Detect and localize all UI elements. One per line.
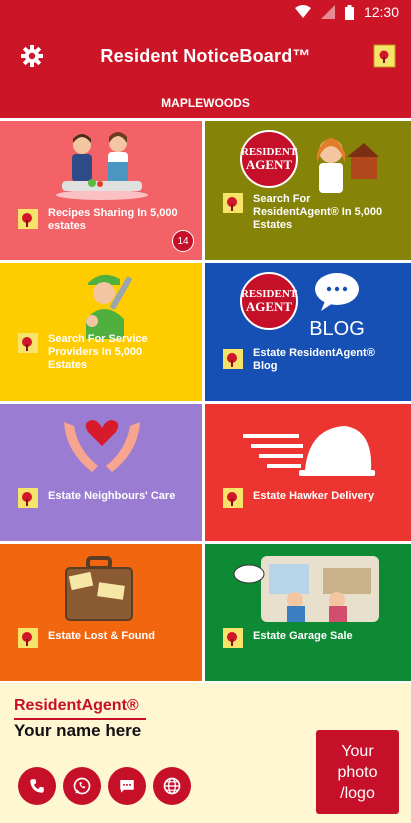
garage-sale-icon — [233, 556, 379, 622]
estate-name: MAPLEWOODS — [161, 96, 250, 110]
status-time: 12:30 — [363, 4, 399, 20]
chat-button[interactable] — [108, 767, 146, 805]
estate-name-bar: MAPLEWOODS — [0, 88, 411, 120]
photo-logo-placeholder[interactable]: Your photo /logo — [316, 730, 399, 814]
blog-icon: RESIDENT AGENT BLOG — [240, 272, 365, 340]
blog-word: BLOG — [309, 318, 365, 340]
agent-card: ResidentAgent® Your name here Your photo… — [0, 683, 411, 823]
brand-underline — [14, 718, 146, 720]
tile-service-providers[interactable]: Search For Service Providers In 5,000 Es… — [0, 263, 202, 401]
agent-name: Your name here — [14, 721, 142, 740]
contact-actions — [18, 767, 198, 805]
pin-note-icon — [223, 193, 243, 213]
globe-icon — [163, 777, 181, 795]
website-button[interactable] — [153, 767, 191, 805]
tile-label: Estate Hawker Delivery — [253, 490, 375, 502]
pin-note-icon — [223, 488, 243, 508]
status-bar: 12:30 — [0, 0, 411, 24]
chat-icon — [120, 780, 134, 793]
tile-neighbours-care[interactable]: Estate Neighbours' Care — [0, 404, 202, 541]
svg-text:AGENT: AGENT — [246, 157, 293, 172]
tile-label: Estate Neighbours' Care — [48, 490, 176, 502]
handyman-icon — [86, 274, 132, 339]
signal-icon — [320, 5, 335, 19]
notification-badge: 14 — [172, 230, 194, 252]
pin-note-icon — [18, 488, 38, 508]
whatsapp-icon — [73, 777, 91, 795]
tile-search-resident-agent[interactable]: RESIDENT AGENT Search For ResidentAgent®… — [205, 121, 411, 260]
whatsapp-button[interactable] — [63, 767, 101, 805]
tile-resident-agent-blog[interactable]: RESIDENT AGENT BLOG Estate ResidentAgent… — [205, 263, 411, 401]
battery-icon — [344, 4, 354, 20]
tile-label: Search For ResidentAgent® In 5,000 Estat… — [253, 193, 383, 231]
phone-icon — [30, 779, 44, 793]
tile-label: Estate Lost & Found — [48, 630, 155, 642]
app-title: Resident NoticeBoard™ — [100, 45, 311, 66]
pin-note-icon — [18, 333, 38, 353]
tile-label: Search For Service Providers In 5,000 Es… — [48, 333, 148, 371]
app-bar: Resident NoticeBoard™ — [0, 24, 411, 88]
pin-note-icon — [223, 349, 243, 369]
pin-note-icon — [18, 628, 38, 648]
suitcase-icon — [65, 556, 133, 621]
photo-placeholder-text: Your photo /logo — [337, 742, 378, 802]
care-hands-icon — [64, 420, 140, 472]
tile-lost-and-found[interactable]: Estate Lost & Found — [0, 544, 202, 681]
tile-hawker-delivery[interactable]: Estate Hawker Delivery — [205, 404, 411, 541]
resident-agent-icon: RESIDENT AGENT — [240, 130, 379, 193]
agent-brand: ResidentAgent® — [14, 697, 139, 714]
tile-label: Estate Garage Sale — [253, 630, 353, 642]
svg-text:AGENT: AGENT — [246, 299, 293, 314]
sticky-note-icon[interactable] — [373, 43, 397, 69]
delivery-cloche-icon — [243, 426, 375, 476]
wifi-icon — [294, 5, 311, 19]
tile-label: Estate ResidentAgent® Blog — [253, 347, 375, 372]
phone-button[interactable] — [18, 767, 56, 805]
tile-recipes-sharing[interactable]: Recipes Sharing In 5,000 estates 14 — [0, 121, 202, 260]
cooking-couple-icon — [56, 132, 148, 200]
pin-note-icon — [223, 628, 243, 648]
tile-garage-sale[interactable]: Estate Garage Sale — [205, 544, 411, 681]
gear-icon[interactable] — [20, 44, 44, 68]
tile-label: Recipes Sharing In 5,000 estates — [48, 207, 178, 232]
pin-note-icon — [18, 209, 38, 229]
feature-grid: Recipes Sharing In 5,000 estates 14 RESI… — [0, 121, 411, 681]
